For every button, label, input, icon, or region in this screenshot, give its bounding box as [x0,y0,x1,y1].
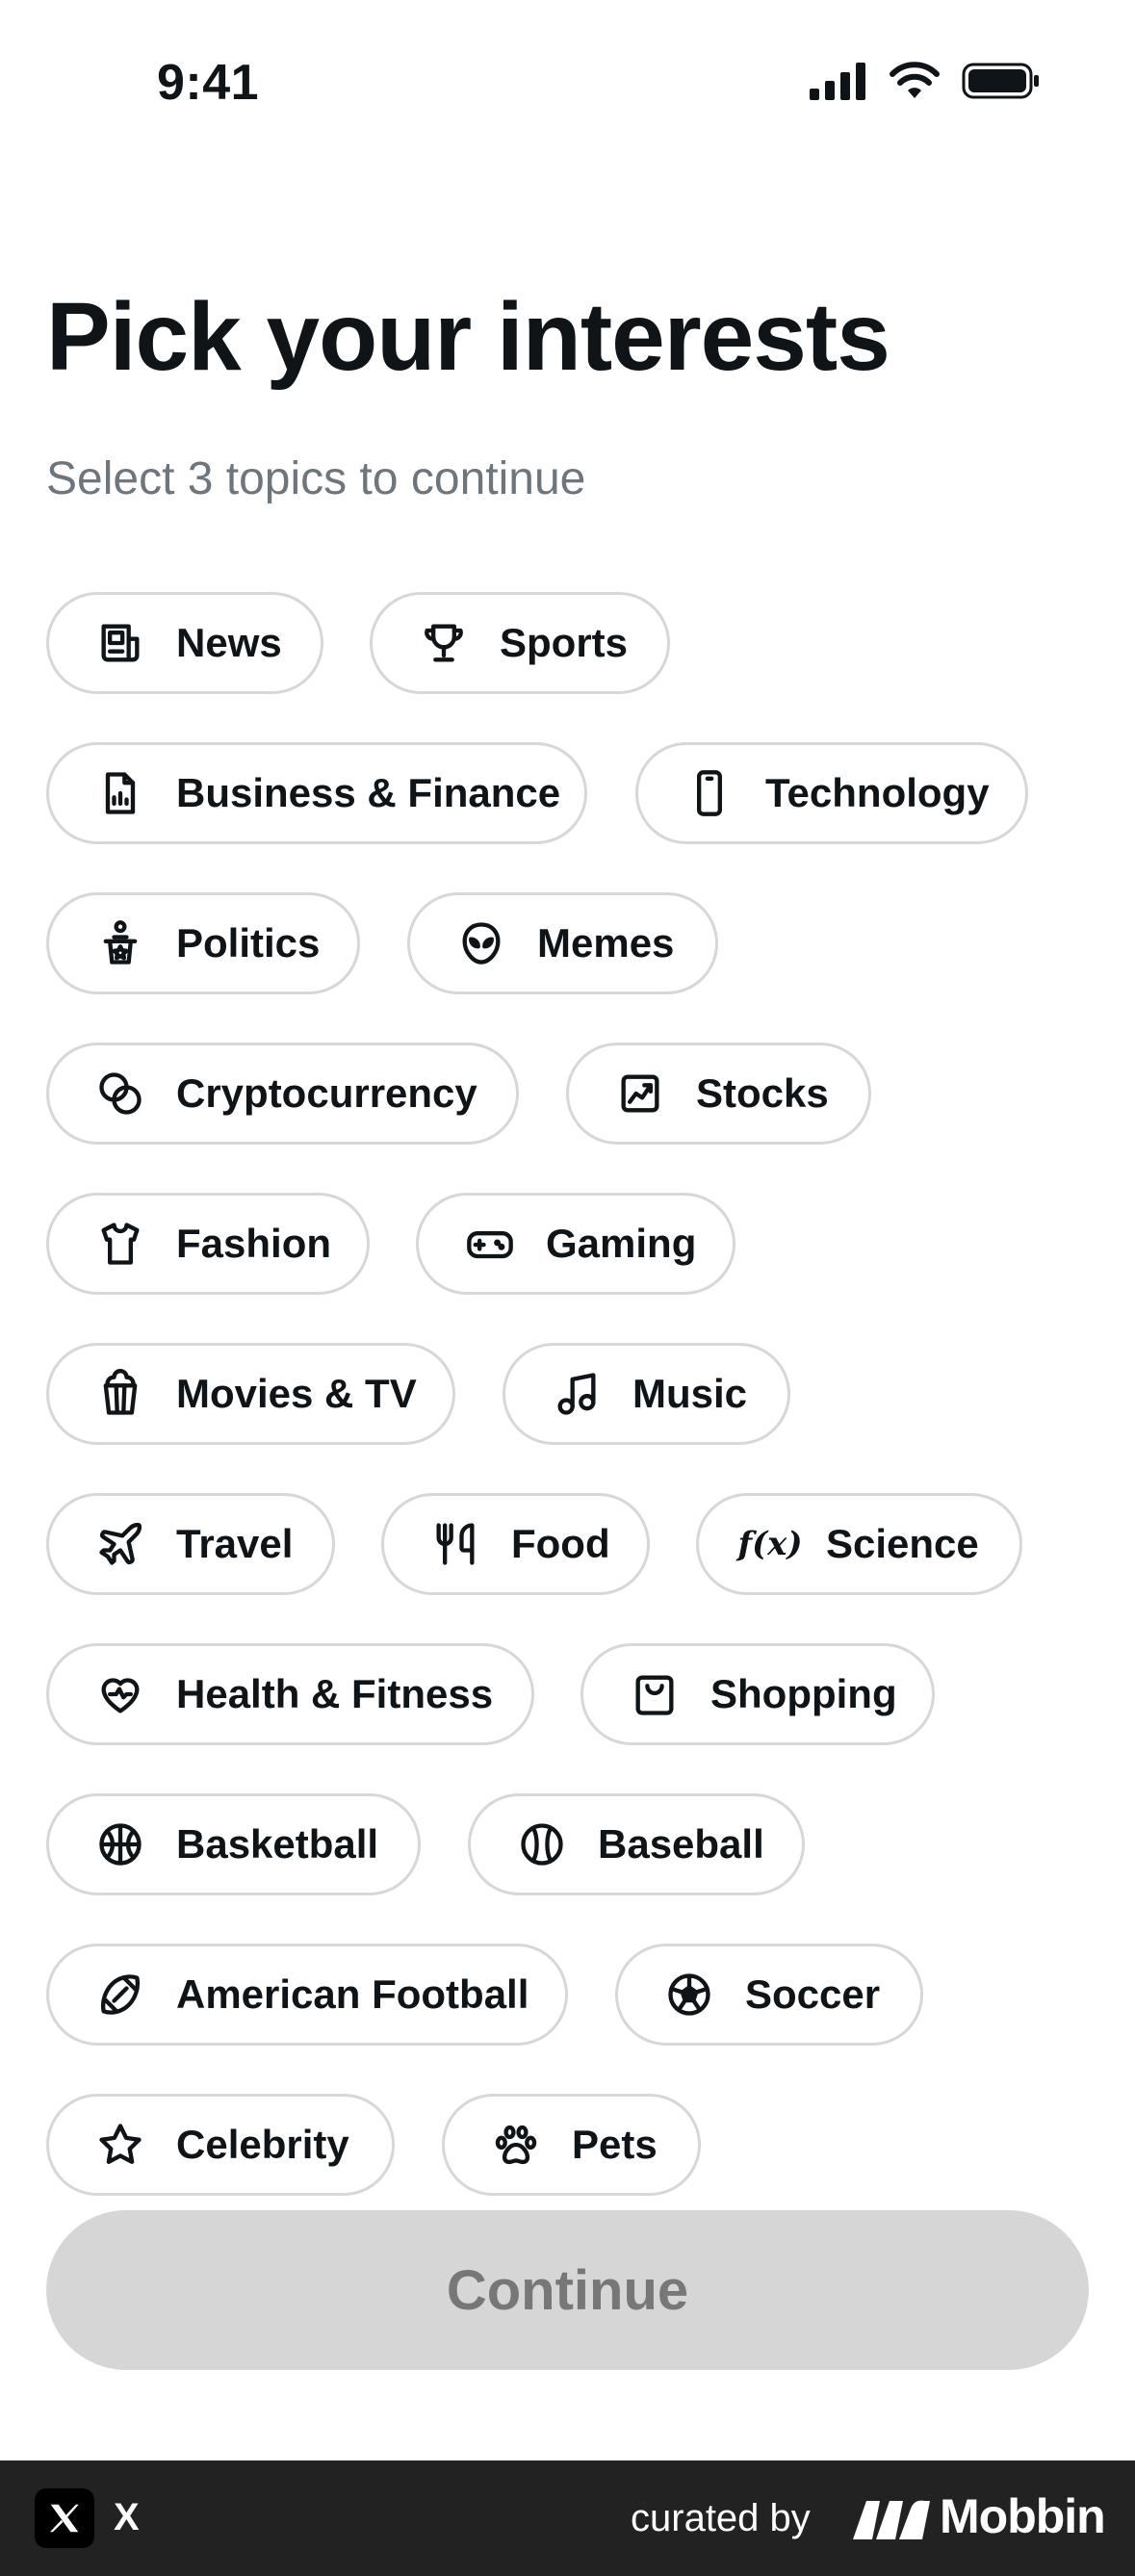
topic-label: Basketball [176,1821,379,1867]
newspaper-icon [95,618,145,668]
topic-fashion[interactable]: Fashion [46,1193,370,1295]
topic-label: Pets [572,2122,658,2167]
fork-knife-icon [430,1519,480,1569]
topic-label: Business & Finance [176,770,561,815]
topic-label: Travel [176,1521,294,1566]
baseball-icon [517,1819,567,1869]
topic-soccer[interactable]: Soccer [615,1944,923,2046]
topic-basketball[interactable]: Basketball [46,1793,421,1895]
app-name: X [114,2496,140,2538]
function-icon: f(x) [737,1525,803,1563]
topic-gaming[interactable]: Gaming [416,1193,735,1295]
paw-icon [491,2120,541,2170]
status-icons [810,61,1041,105]
phone-icon [684,768,735,818]
tshirt-icon [95,1219,145,1269]
podium-icon [95,918,145,968]
topic-politics[interactable]: Politics [46,892,360,994]
topic-pets[interactable]: Pets [442,2094,701,2196]
topic-label: Politics [176,920,321,966]
topic-business-finance[interactable]: Business & Finance [46,742,587,844]
topic-label: Celebrity [176,2122,349,2167]
topic-label: Shopping [710,1671,897,1716]
topic-label: Science [826,1521,979,1566]
topic-news[interactable]: News [46,592,323,694]
football-icon [95,1970,145,2020]
topic-food[interactable]: Food [381,1493,650,1595]
cellular-signal-icon [810,62,867,105]
trophy-icon [419,618,469,668]
topic-cryptocurrency[interactable]: Cryptocurrency [46,1043,519,1145]
wifi-icon [889,61,941,105]
topic-sports[interactable]: Sports [370,592,670,694]
topic-label: Music [632,1371,748,1416]
topic-label: Technology [765,770,990,815]
topic-label: Soccer [745,1971,881,2017]
topic-shopping[interactable]: Shopping [580,1643,935,1745]
topic-label: Food [511,1521,610,1566]
coins-icon [95,1069,145,1119]
topic-label: Cryptocurrency [176,1070,477,1116]
mobbin-logo-icon [851,2491,932,2550]
alien-face-icon [456,918,506,968]
topic-baseball[interactable]: Baseball [468,1793,805,1895]
topic-stocks[interactable]: Stocks [566,1043,871,1145]
topic-travel[interactable]: Travel [46,1493,335,1595]
page-title: Pick your interests [46,283,890,391]
topic-label: Stocks [696,1070,829,1116]
continue-button[interactable]: Continue [46,2210,1089,2370]
topic-label: Memes [537,920,675,966]
curated-by-text: curated by [631,2497,811,2539]
continue-button-label: Continue [446,2258,689,2322]
status-time: 9:41 [157,55,260,111]
x-logo-icon [35,2488,94,2548]
topic-american-football[interactable]: American Football [46,1944,568,2046]
airplane-icon [95,1519,145,1569]
topic-label: Movies & TV [176,1371,417,1416]
topic-label: Health & Fitness [176,1671,494,1716]
basketball-icon [95,1819,145,1869]
soccer-ball-icon [664,1970,714,2020]
footer-bar: X curated by Mobbin [0,2460,1135,2576]
status-bar: 9:41 [0,0,1135,144]
mobbin-brand: Mobbin [940,2489,1106,2543]
topic-music[interactable]: Music [503,1343,790,1445]
heart-pulse-icon [95,1669,145,1719]
battery-icon [962,62,1041,105]
topic-memes[interactable]: Memes [407,892,718,994]
topic-technology[interactable]: Technology [635,742,1028,844]
topic-label: Sports [500,620,629,665]
topic-label: Gaming [546,1221,697,1266]
topic-label: Fashion [176,1221,332,1266]
music-note-icon [552,1369,602,1419]
gamepad-icon [465,1219,515,1269]
stock-chart-icon [615,1069,665,1119]
star-icon [95,2120,145,2170]
shopping-bag-icon [630,1669,680,1719]
topic-science[interactable]: f(x) Science [696,1493,1022,1595]
popcorn-icon [95,1369,145,1419]
topic-label: News [176,620,282,665]
topic-health-fitness[interactable]: Health & Fitness [46,1643,534,1745]
topic-celebrity[interactable]: Celebrity [46,2094,395,2196]
topic-label: Baseball [598,1821,764,1867]
document-chart-icon [95,768,145,818]
topic-label: American Football [176,1971,529,2017]
topic-movies-tv[interactable]: Movies & TV [46,1343,455,1445]
page-subtitle: Select 3 topics to continue [46,453,586,504]
